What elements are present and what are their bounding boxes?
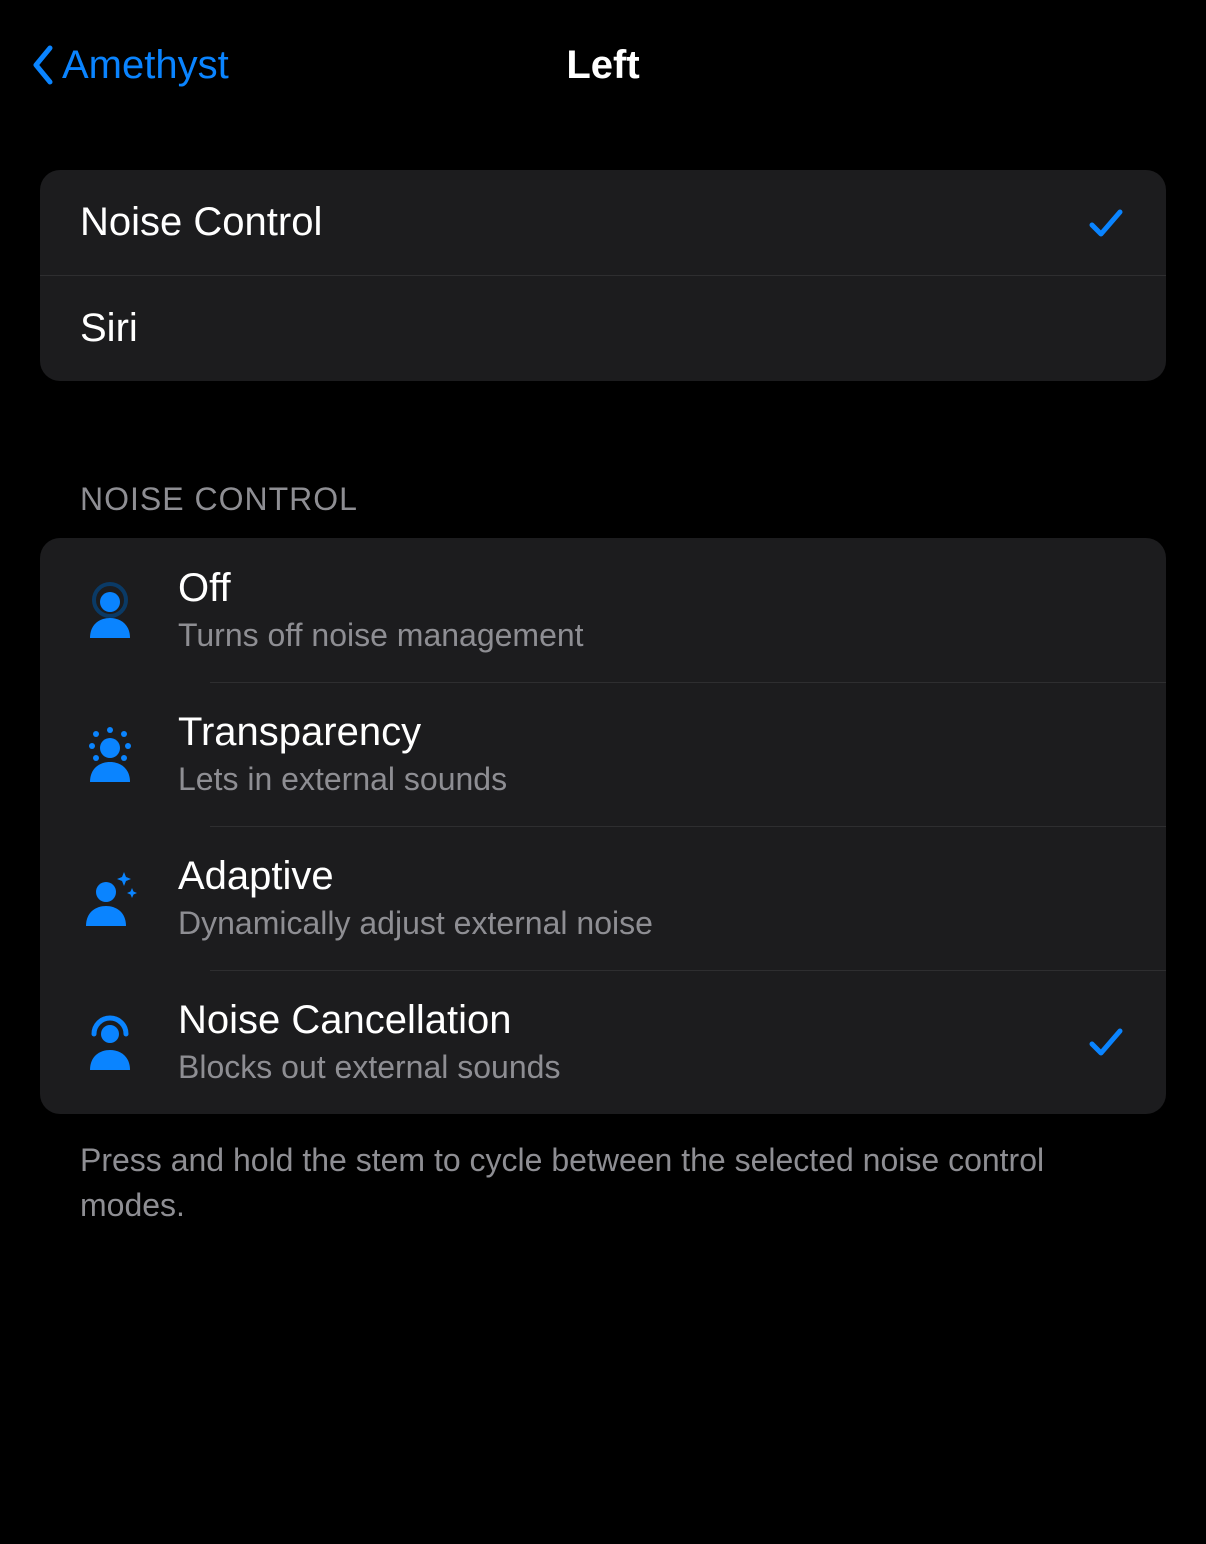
nav-header: Amethyst Left [0, 0, 1206, 120]
noise-mode-row-adaptive[interactable]: Adaptive Dynamically adjust external noi… [40, 826, 1166, 970]
person-transparency-icon [82, 724, 138, 784]
chevron-left-icon [30, 44, 54, 86]
person-off-icon [82, 580, 138, 640]
page-title: Left [566, 43, 639, 88]
action-label: Siri [80, 306, 1126, 351]
section-header-noise-control: NOISE CONTROL [80, 481, 1126, 518]
action-row-noise-control[interactable]: Noise Control [40, 170, 1166, 275]
person-noise-cancellation-icon [82, 1012, 138, 1072]
noise-mode-row-off[interactable]: Off Turns off noise management [40, 538, 1166, 682]
back-button[interactable]: Amethyst [30, 43, 229, 88]
checkmark-icon [1086, 1022, 1126, 1062]
noise-mode-title: Transparency [178, 710, 1126, 755]
noise-mode-row-transparency[interactable]: Transparency Lets in external sounds [40, 682, 1166, 826]
noise-mode-subtitle: Blocks out external sounds [178, 1049, 1048, 1086]
noise-mode-title: Adaptive [178, 854, 1126, 899]
noise-mode-row-noise-cancellation[interactable]: Noise Cancellation Blocks out external s… [40, 970, 1166, 1114]
back-label: Amethyst [62, 43, 229, 88]
noise-mode-subtitle: Turns off noise management [178, 617, 1126, 654]
action-label: Noise Control [80, 200, 1086, 245]
section-footer-noise-control: Press and hold the stem to cycle between… [80, 1138, 1126, 1228]
noise-mode-subtitle: Dynamically adjust external noise [178, 905, 1126, 942]
checkmark-icon [1086, 203, 1126, 243]
action-row-siri[interactable]: Siri [40, 275, 1166, 381]
noise-control-modes-group: Off Turns off noise management Transpare… [40, 538, 1166, 1114]
noise-mode-title: Noise Cancellation [178, 998, 1048, 1043]
noise-mode-title: Off [178, 566, 1126, 611]
person-adaptive-icon [82, 868, 138, 928]
press-hold-action-group: Noise Control Siri [40, 170, 1166, 381]
noise-mode-subtitle: Lets in external sounds [178, 761, 1126, 798]
